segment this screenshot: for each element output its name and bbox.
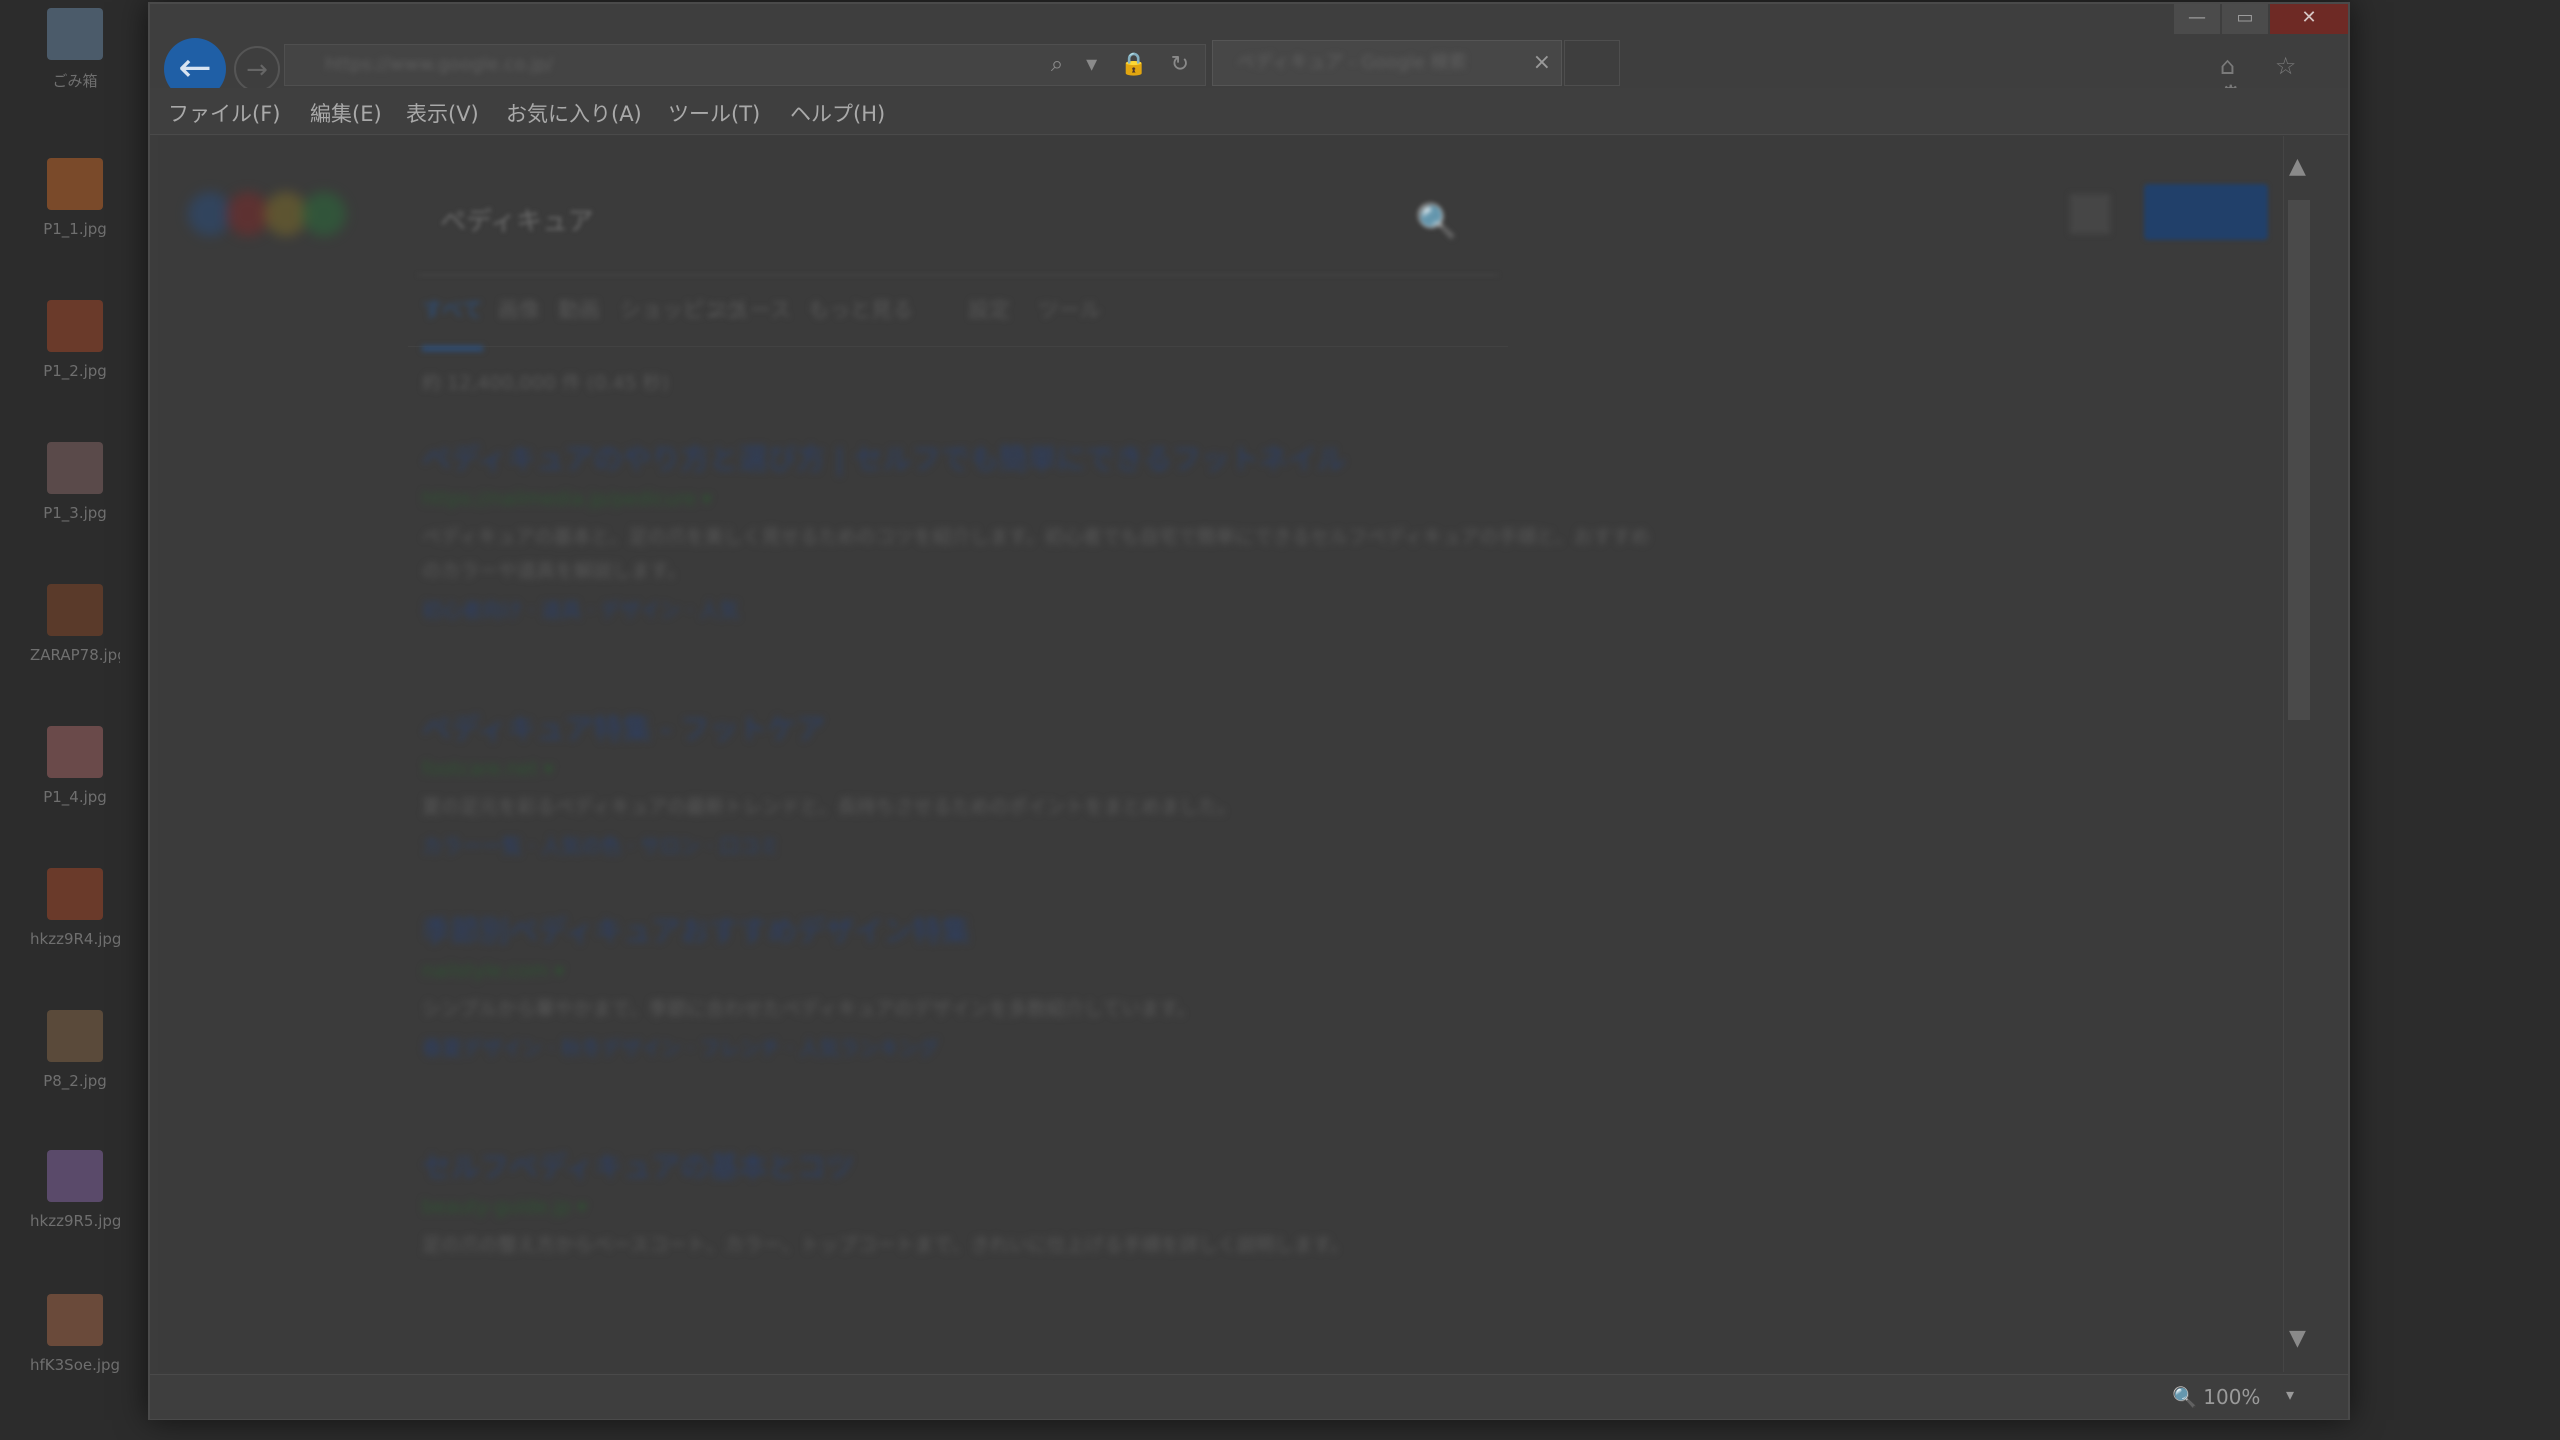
browser-window: ← → https://www.google.co.jp/ ⌕ ▾ 🔒 ↻ ペデ… [148,2,2350,1420]
result-url[interactable]: https://nailmedia.jp/pedicure ▾ [422,488,1662,510]
desktop-icon-label: ZARAP78.jpg [30,646,120,664]
search-input[interactable]: ペディキュア 🔍 [418,172,1498,276]
menu-file[interactable]: ファイル(F) [168,98,280,128]
vertical-scrollbar[interactable]: ▲ ▼ [2283,136,2314,1372]
image-file-icon [47,1150,103,1202]
desktop-icon-file[interactable]: ZARAP78.jpg [30,584,120,664]
desktop-icon-file[interactable]: hkzz9R4.jpg [30,868,120,948]
tab-settings[interactable]: 設定 [968,294,1010,324]
desktop-icon-file[interactable]: P1_3.jpg [30,442,120,522]
minimize-button[interactable]: — [2174,4,2220,34]
close-window-button[interactable]: ✕ [2270,4,2348,34]
result-sitelinks[interactable]: 初心者向け · 道具 · デザイン · 人気 [422,594,1662,623]
result-url[interactable]: footcare.net ▾ [422,758,1662,780]
search-result: 季節別ペディキュアおすすめデザイン特集 nailstyle.com ▾ シンプル… [422,908,1662,1061]
menu-favorites[interactable]: お気に入り(A) [506,98,642,128]
address-bar[interactable]: https://www.google.co.jp/ ⌕ ▾ 🔒 ↻ [284,44,1206,86]
zoom-level[interactable]: 🔍 100% [2172,1385,2260,1409]
tab-news[interactable]: ニュース [708,294,791,324]
menu-bar: ファイル(F) 編集(E) 表示(V) お気に入り(A) ツール(T) ヘルプ(… [150,88,2348,135]
new-tab-button[interactable] [1564,40,1620,86]
desktop-icon-file[interactable]: P8_2.jpg [30,1010,120,1090]
image-file-icon [47,1010,103,1062]
scroll-thumb[interactable] [2288,200,2310,720]
search-query: ペディキュア [440,207,594,237]
result-snippet: 足の爪の整え方からベースコート、カラー、トップコートまで、きれいに仕上げる手順を… [422,1234,1349,1256]
image-file-icon [47,442,103,494]
address-text: https://www.google.co.jp/ [325,54,554,75]
menu-edit[interactable]: 編集(E) [310,98,382,128]
desktop-icon-file[interactable]: hfK3Soe.jpg [30,1294,120,1374]
result-sitelinks[interactable]: カラー一覧 · 人気の色 · サロン · 口コミ [422,830,1662,859]
result-snippet: ペディキュアの基本と、足の爪を美しく見せるためのコツを紹介します。初心者でも自宅… [422,526,1650,582]
desktop-icon-label: hkzz9R4.jpg [30,930,120,948]
result-title-link[interactable]: 季節別ペディキュアおすすめデザイン特集 [422,908,1662,950]
tab-images[interactable]: 画像 [498,294,540,324]
search-result: ペディキュア特集 - フットケア footcare.net ▾ 夏の足元を彩るペ… [422,706,1662,859]
desktop: ごみ箱 P1_1.jpg P1_2.jpg P1_3.jpg ZARAP78.j… [0,0,150,1440]
forward-button[interactable]: → [234,46,280,92]
result-sitelinks[interactable]: 春夏デザイン · 秋冬デザイン · フレンチ · 人気ランキング [422,1032,1662,1061]
search-tabs: すべて 画像 動画 ショッピング ニュース もっと見る 設定 ツール [408,266,1508,351]
tab-tools[interactable]: ツール [1038,294,1101,324]
desktop-icon-file[interactable]: hkzz9R5.jpg [30,1150,120,1230]
tab-all[interactable]: すべて [422,294,483,351]
result-url[interactable]: beauty-guide.jp ▾ [422,1196,1662,1218]
desktop-icon-label: P1_4.jpg [43,788,107,806]
scroll-down-icon[interactable]: ▼ [2289,1326,2306,1351]
image-file-icon [47,584,103,636]
desktop-icon-file[interactable]: P1_1.jpg [30,158,120,238]
status-bar: 🔍 100% ▾ [150,1374,2348,1419]
image-file-icon [47,726,103,778]
result-title-link[interactable]: セルフペディキュアの基本とコツ [422,1144,1662,1186]
recycle-bin-icon [47,8,103,60]
title-bar: ← → https://www.google.co.jp/ ⌕ ▾ 🔒 ↻ ペデ… [150,4,2348,108]
image-file-icon [47,868,103,920]
search-result: ペディキュアのやり方と選び方 | セルフでも簡単にできるフットネイル https… [422,436,1662,623]
desktop-icon-label: P1_3.jpg [43,504,107,522]
browser-tab[interactable]: ペディキュア - Google 検索 × [1212,40,1562,86]
result-snippet: シンプルから華やかまで、季節に合わせたペディキュアのデザインを多数紹介しています… [422,998,1196,1020]
result-title-link[interactable]: ペディキュアのやり方と選び方 | セルフでも簡単にできるフットネイル [422,436,1662,478]
zoom-dropdown-icon[interactable]: ▾ [2286,1385,2294,1404]
tab-title: ペディキュア - Google 検索 [1237,52,1467,73]
tab-more[interactable]: もっと見る [808,294,913,324]
image-file-icon [47,158,103,210]
google-logo[interactable] [188,192,388,252]
search-icon[interactable]: 🔍 [1416,172,1458,272]
results-count: 約 12,400,000 件 (0.45 秒) [422,372,670,394]
desktop-icon-label: P8_2.jpg [43,1072,107,1090]
result-title-link[interactable]: ペディキュア特集 - フットケア [422,706,1662,748]
tab-close-icon[interactable]: × [1533,41,1551,85]
result-snippet: 夏の足元を彩るペディキュアの最新トレンドと、長持ちさせるためのポイントをまとめま… [422,796,1237,818]
page-content: ペディキュア 🔍 すべて 画像 動画 ショッピング ニュース もっと見る 設定 … [158,136,2314,1372]
desktop-icon-file[interactable]: P1_4.jpg [30,726,120,806]
desktop-icon-file[interactable]: P1_2.jpg [30,300,120,380]
apps-grid-icon[interactable] [2070,194,2110,234]
desktop-icon-label: hkzz9R5.jpg [30,1212,120,1230]
sign-in-button[interactable] [2144,184,2268,240]
menu-view[interactable]: 表示(V) [406,98,479,128]
desktop-icon-label: ごみ箱 [52,72,98,90]
maximize-button[interactable]: ▭ [2222,4,2268,34]
tab-videos[interactable]: 動画 [558,294,600,324]
desktop-icon-label: P1_1.jpg [43,220,107,238]
scroll-up-icon[interactable]: ▲ [2289,154,2306,179]
image-file-icon [47,1294,103,1346]
menu-tools[interactable]: ツール(T) [668,98,760,128]
image-file-icon [47,300,103,352]
desktop-icon-label: hfK3Soe.jpg [30,1356,120,1374]
desktop-icon-label: P1_2.jpg [43,362,107,380]
search-result: セルフペディキュアの基本とコツ beauty-guide.jp ▾ 足の爪の整え… [422,1144,1662,1262]
menu-help[interactable]: ヘルプ(H) [790,98,885,128]
address-bar-icons[interactable]: ⌕ ▾ 🔒 ↻ [1051,45,1197,85]
result-url[interactable]: nailstyle.com ▾ [422,960,1662,982]
desktop-icon-recycle-bin[interactable]: ごみ箱 [30,8,120,91]
